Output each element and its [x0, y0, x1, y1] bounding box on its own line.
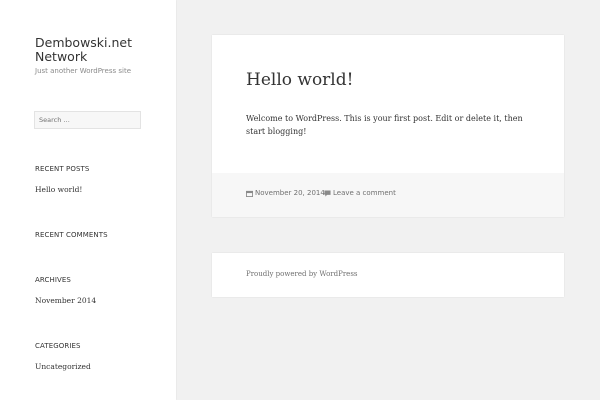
sidebar: Dembowski.net Network Just another WordP… — [0, 0, 176, 400]
categories-heading: CATEGORIES — [35, 342, 81, 350]
post-card: Hello world! Welcome to WordPress. This … — [212, 35, 564, 217]
site-description: Just another WordPress site — [35, 67, 132, 75]
post-date: November 20, 2014 — [246, 189, 325, 197]
site-footer: Proudly powered by WordPress — [212, 253, 564, 297]
leave-comment-link[interactable]: Leave a comment — [333, 189, 396, 197]
calendar-icon — [246, 190, 253, 197]
post-body: Welcome to WordPress. This is your first… — [246, 114, 523, 136]
search-input[interactable] — [34, 111, 141, 129]
recent-comments-heading: RECENT COMMENTS — [35, 231, 108, 239]
post-meta-bar: November 20, 2014 Leave a comment — [212, 173, 564, 217]
archive-link[interactable]: November 2014 — [35, 296, 96, 305]
post-date-link[interactable]: November 20, 2014 — [255, 189, 325, 197]
powered-by-link[interactable]: Proudly powered by WordPress — [246, 270, 358, 278]
post-comment: Leave a comment — [324, 189, 396, 197]
category-link[interactable]: Uncategorized — [35, 362, 91, 371]
site-title[interactable]: Dembowski.net Network — [35, 36, 160, 64]
post-title[interactable]: Hello world! — [246, 70, 353, 90]
recent-posts-heading: RECENT POSTS — [35, 165, 90, 173]
recent-post-link[interactable]: Hello world! — [35, 185, 82, 194]
comment-icon — [324, 189, 331, 197]
archives-heading: ARCHIVES — [35, 276, 71, 284]
